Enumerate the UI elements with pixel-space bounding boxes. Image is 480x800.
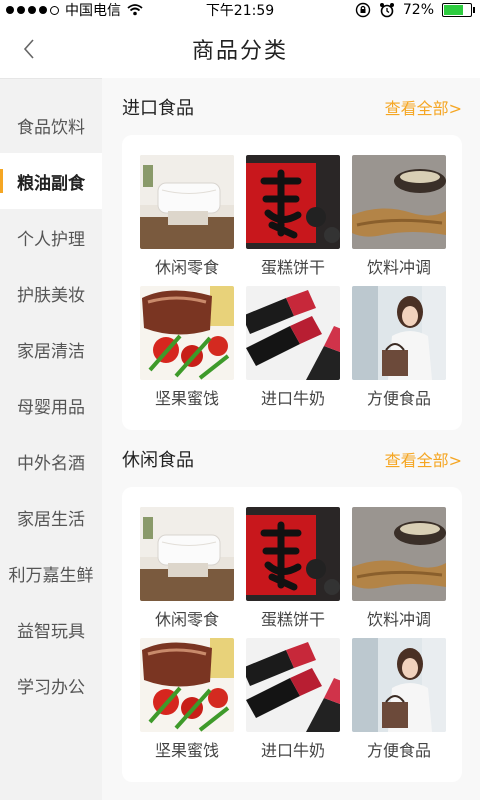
category-sidebar: 食品饮料 粮油副食 个人护理 护肤美妆 家居清洁 母婴用品 中外名酒 家居生活 …: [0, 97, 102, 800]
lipstick-photo: [246, 638, 340, 732]
category-item[interactable]: 饮料冲调: [352, 507, 446, 630]
battery-level: [444, 5, 463, 15]
sidebar-item-grain-oil[interactable]: 粮油副食: [0, 153, 102, 209]
section-header: 进口食品 查看全部>: [122, 87, 462, 127]
category-item[interactable]: 进口牛奶: [246, 286, 340, 409]
woman-shopping-photo: [352, 638, 446, 732]
category-item-label: 蛋糕饼干: [260, 258, 325, 277]
battery-percent: 72%: [402, 2, 434, 18]
main-content: 进口食品 查看全部> 休闲零食 蛋糕饼干 饮料冲调 坚果蜜饯 进口牛奶 方便食品…: [102, 78, 480, 800]
category-card: 休闲零食 蛋糕饼干 饮料冲调 坚果蜜饯 进口牛奶 方便食品: [122, 487, 462, 782]
header: 商品分类: [0, 20, 480, 79]
category-item[interactable]: 蛋糕饼干: [246, 507, 340, 630]
roast-meat-photo: [140, 638, 234, 732]
category-item-label: 饮料冲调: [366, 610, 431, 629]
section-title: 进口食品: [122, 98, 194, 119]
pillow-photo: [140, 507, 234, 601]
back-button[interactable]: [12, 32, 46, 66]
category-item[interactable]: 蛋糕饼干: [246, 155, 340, 278]
category-item[interactable]: 坚果蜜饯: [140, 638, 234, 761]
view-all-link[interactable]: 查看全部>: [385, 95, 462, 119]
sidebar-item-baby[interactable]: 母婴用品: [0, 377, 102, 433]
status-left: 中国电信: [0, 0, 143, 20]
signal-strength-icon: [6, 5, 59, 15]
sidebar-item-office[interactable]: 学习办公: [0, 657, 102, 713]
lipstick-photo: [246, 286, 340, 380]
woman-shopping-photo: [352, 286, 446, 380]
fu-calligraphy-photo: [246, 155, 340, 249]
ginseng-photo: [352, 507, 446, 601]
category-item-label: 休闲零食: [154, 610, 219, 629]
category-item[interactable]: 方便食品: [352, 286, 446, 409]
fu-calligraphy-photo: [246, 507, 340, 601]
status-bar: 中国电信 下午21:59 72%: [0, 0, 480, 20]
category-card: 休闲零食 蛋糕饼干 饮料冲调 坚果蜜饯 进口牛奶 方便食品: [122, 135, 462, 430]
sidebar-item-fresh[interactable]: 利万嘉生鲜: [0, 545, 102, 601]
category-item-label: 蛋糕饼干: [260, 610, 325, 629]
roast-meat-photo: [140, 286, 234, 380]
status-right: 72%: [355, 2, 480, 18]
section-title: 休闲食品: [122, 450, 194, 471]
sidebar-item-toys[interactable]: 益智玩具: [0, 601, 102, 657]
ginseng-photo: [352, 155, 446, 249]
category-item-label: 方便食品: [366, 741, 431, 760]
category-item-label: 进口牛奶: [260, 389, 325, 408]
category-item[interactable]: 休闲零食: [140, 155, 234, 278]
category-item[interactable]: 进口牛奶: [246, 638, 340, 761]
category-item-label: 饮料冲调: [366, 258, 431, 277]
sidebar-item-personal-care[interactable]: 个人护理: [0, 209, 102, 265]
chevron-left-icon: [23, 39, 34, 59]
category-item[interactable]: 饮料冲调: [352, 155, 446, 278]
category-item-label: 方便食品: [366, 389, 431, 408]
sidebar-item-food-drinks[interactable]: 食品饮料: [0, 97, 102, 153]
orientation-lock-icon: [355, 2, 371, 18]
carrier-label: 中国电信: [65, 3, 121, 19]
category-item-label: 坚果蜜饯: [154, 741, 219, 760]
category-item[interactable]: 方便食品: [352, 638, 446, 761]
sidebar-item-home-living[interactable]: 家居生活: [0, 489, 102, 545]
page-title: 商品分类: [191, 39, 288, 64]
category-item-label: 进口牛奶: [260, 741, 325, 760]
category-item[interactable]: 坚果蜜饯: [140, 286, 234, 409]
category-item-label: 坚果蜜饯: [154, 389, 219, 408]
sidebar-item-skincare[interactable]: 护肤美妆: [0, 265, 102, 321]
category-item[interactable]: 休闲零食: [140, 507, 234, 630]
sidebar-item-home-cleaning[interactable]: 家居清洁: [0, 321, 102, 377]
category-item-label: 休闲零食: [154, 258, 219, 277]
view-all-link[interactable]: 查看全部>: [385, 447, 462, 471]
alarm-clock-icon: [379, 3, 394, 18]
pillow-photo: [140, 155, 234, 249]
sidebar-item-liquor[interactable]: 中外名酒: [0, 433, 102, 489]
battery-icon: [442, 3, 475, 17]
wifi-icon: [127, 4, 143, 16]
section-header: 休闲食品 查看全部>: [122, 439, 462, 479]
